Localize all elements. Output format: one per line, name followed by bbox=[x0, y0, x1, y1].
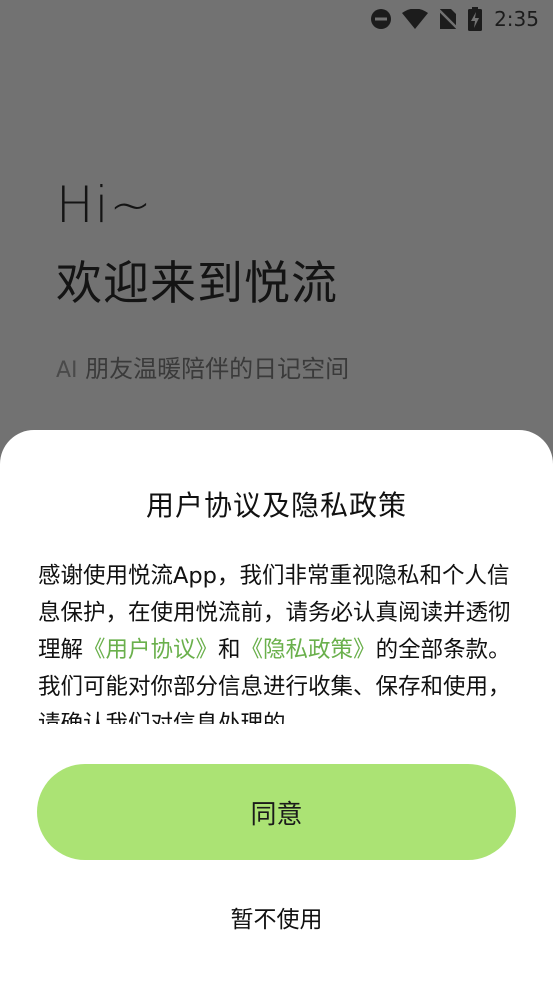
dialog-body: 感谢使用悦流App，我们非常重视隐私和个人信息保护，在使用悦流前，请务必认真阅读… bbox=[38, 558, 517, 724]
do-not-disturb-icon bbox=[370, 8, 392, 30]
tagline: AI 朋友温暖陪伴的日记空间 bbox=[56, 349, 349, 384]
welcome-title: 欢迎来到悦流 bbox=[56, 256, 338, 310]
status-time: 2:35 bbox=[494, 7, 539, 31]
tagline-text: 朋友温暖陪伴的日记空间 bbox=[77, 355, 350, 384]
wifi-icon bbox=[402, 9, 429, 29]
body-text-and: 和 bbox=[218, 637, 241, 663]
user-agreement-link[interactable]: 《用户协议》 bbox=[83, 637, 218, 663]
agree-button[interactable]: 同意 bbox=[37, 764, 516, 860]
status-bar: 2:35 bbox=[0, 0, 553, 38]
dialog-title: 用户协议及隐私政策 bbox=[145, 489, 407, 522]
welcome-section: Hi~ 欢迎来到悦流 AI 朋友温暖陪伴的日记空间 bbox=[56, 180, 349, 384]
greeting: Hi~ bbox=[56, 176, 153, 234]
decline-button[interactable]: 暂不使用 bbox=[0, 900, 553, 940]
privacy-dialog: 用户协议及隐私政策 感谢使用悦流App，我们非常重视隐私和个人信息保护，在使用悦… bbox=[0, 430, 553, 983]
no-sim-icon bbox=[438, 7, 459, 31]
tagline-ai: AI bbox=[56, 358, 78, 384]
privacy-policy-link[interactable]: 《隐私政策》 bbox=[241, 637, 376, 663]
battery-charging-icon bbox=[468, 7, 483, 31]
